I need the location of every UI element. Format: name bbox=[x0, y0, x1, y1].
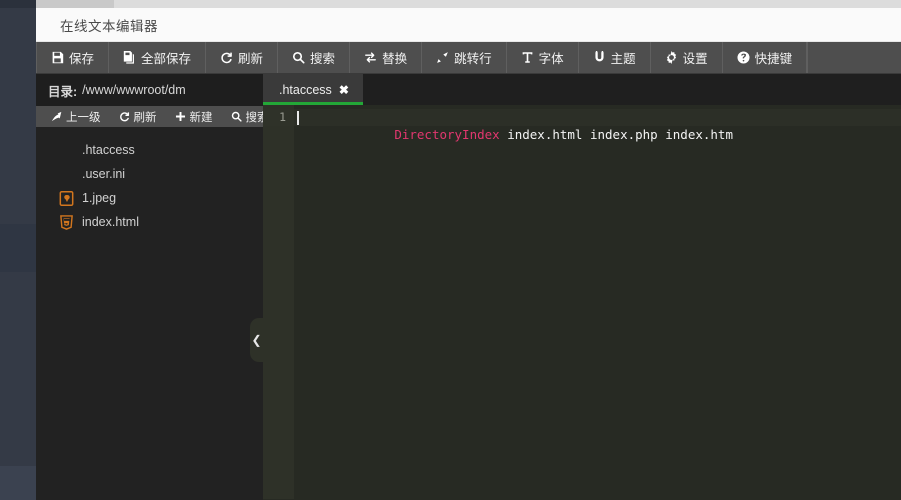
file-list: .htaccess .user.ini 1.jpeg index.html bbox=[36, 127, 263, 234]
toolbar-item-label: 搜索 bbox=[310, 52, 336, 66]
page-title: 在线文本编辑器 bbox=[60, 18, 158, 34]
main-toolbar: 保存 全部保存 刷新 搜索 替换 跳转行 字体 主题 设置 快捷键 bbox=[36, 42, 901, 74]
goto-line-icon bbox=[436, 51, 449, 64]
toolbar-shortcuts-button[interactable]: 快捷键 bbox=[723, 42, 808, 73]
toolbar-item-label: 保存 bbox=[69, 52, 95, 66]
toolbar-filler bbox=[807, 42, 901, 73]
text-caret bbox=[297, 111, 299, 125]
chevron-left-icon: ❮ bbox=[251, 333, 262, 347]
sidebar-new-button[interactable]: 新建 bbox=[166, 109, 222, 125]
tab-bar: .htaccess ✖ bbox=[263, 74, 901, 105]
sidebar-up-level-button[interactable]: 上一级 bbox=[42, 109, 110, 125]
refresh-icon bbox=[119, 111, 130, 122]
toolbar-search-button[interactable]: 搜索 bbox=[278, 42, 351, 73]
gear-icon bbox=[665, 51, 678, 64]
toolbar-save-button[interactable]: 保存 bbox=[36, 42, 110, 73]
toolbar-refresh-button[interactable]: 刷新 bbox=[206, 42, 279, 73]
close-icon[interactable]: ✖ bbox=[339, 84, 349, 96]
directory-bar: 目录: /www/wwwroot/dm bbox=[36, 74, 263, 106]
toolbar-font-button[interactable]: 字体 bbox=[507, 42, 579, 73]
backdrop-left-band-lower bbox=[0, 466, 36, 500]
backdrop-left-band-upper bbox=[0, 224, 36, 272]
directory-label: 目录: bbox=[48, 84, 78, 99]
code-lines[interactable]: DirectoryIndex index.html index.php inde… bbox=[294, 105, 901, 499]
tab-label: .htaccess bbox=[279, 82, 332, 97]
toolbar-item-label: 设置 bbox=[682, 52, 708, 66]
tab-htaccess[interactable]: .htaccess ✖ bbox=[263, 74, 363, 105]
file-name: 1.jpeg bbox=[82, 191, 117, 205]
sidebar-toolbar: 上一级 刷新 新建 搜索 bbox=[36, 106, 269, 127]
backdrop-left-panel bbox=[0, 0, 36, 500]
file-name: .htaccess bbox=[82, 143, 135, 157]
code-token-plain: index.html index.php index.htm bbox=[499, 127, 733, 142]
font-icon bbox=[521, 51, 534, 64]
backdrop-top-strip-dark bbox=[36, 0, 114, 8]
toolbar-item-label: 快捷键 bbox=[754, 52, 793, 66]
code-token-keyword: DirectoryIndex bbox=[394, 127, 500, 142]
search-icon bbox=[231, 111, 242, 122]
toolbar-item-label: 主题 bbox=[610, 52, 636, 66]
file-name: index.html bbox=[82, 215, 139, 229]
line-number-gutter: 1 bbox=[263, 105, 294, 499]
list-item[interactable]: index.html bbox=[36, 210, 263, 234]
toolbar-replace-button[interactable]: 替换 bbox=[350, 42, 423, 73]
editor-pane: .htaccess ✖ 1 DirectoryIndex index.html … bbox=[263, 74, 901, 500]
toolbar-item-label: 跳转行 bbox=[454, 52, 492, 66]
toolbar-item-label: 字体 bbox=[538, 52, 564, 66]
search-icon bbox=[292, 51, 305, 64]
backdrop-top-strip bbox=[36, 0, 901, 8]
editor-body: 目录: /www/wwwroot/dm 上一级 刷新 新建 搜索 .htacce… bbox=[36, 74, 901, 500]
up-level-icon bbox=[51, 111, 62, 122]
toolbar-settings-button[interactable]: 设置 bbox=[651, 42, 723, 73]
code-line[interactable]: DirectoryIndex index.html index.php inde… bbox=[294, 109, 901, 142]
modal-titlebar: 在线文本编辑器 bbox=[36, 8, 901, 42]
toolbar-item-label: 刷新 bbox=[238, 52, 264, 66]
list-item[interactable]: .user.ini bbox=[36, 162, 263, 186]
sidebar-tool-label: 新建 bbox=[189, 111, 213, 124]
list-item[interactable]: 1.jpeg bbox=[36, 186, 263, 210]
directory-path: /www/wwwroot/dm bbox=[82, 83, 186, 97]
sidebar-tool-label: 上一级 bbox=[66, 111, 101, 124]
code-area[interactable]: 1 DirectoryIndex index.html index.php in… bbox=[263, 105, 901, 499]
file-sidebar: 目录: /www/wwwroot/dm 上一级 刷新 新建 搜索 .htacce… bbox=[36, 74, 269, 500]
sidebar-refresh-button[interactable]: 刷新 bbox=[110, 109, 166, 125]
plus-icon bbox=[175, 111, 186, 122]
toolbar-item-label: 全部保存 bbox=[141, 52, 192, 66]
toolbar-save-all-button[interactable]: 全部保存 bbox=[109, 42, 207, 73]
replace-icon bbox=[364, 51, 377, 64]
theme-icon bbox=[593, 51, 606, 64]
sidebar-tool-label: 刷新 bbox=[133, 111, 157, 124]
refresh-icon bbox=[220, 51, 233, 64]
tab-bar-empty-area bbox=[363, 74, 901, 105]
help-icon bbox=[737, 51, 750, 64]
image-file-icon bbox=[58, 190, 74, 206]
save-icon bbox=[51, 51, 64, 64]
line-number: 1 bbox=[263, 109, 294, 126]
html5-icon bbox=[58, 214, 74, 230]
backdrop-left-top bbox=[0, 0, 36, 8]
editor-modal: 在线文本编辑器 保存 全部保存 刷新 搜索 替换 跳转行 字体 主题 设置 快捷… bbox=[36, 8, 901, 500]
save-all-icon bbox=[123, 51, 136, 64]
toolbar-item-label: 替换 bbox=[382, 52, 408, 66]
toolbar-goto-line-button[interactable]: 跳转行 bbox=[422, 42, 507, 73]
file-name: .user.ini bbox=[82, 167, 126, 181]
sidebar-collapse-handle[interactable]: ❮ bbox=[250, 318, 264, 362]
list-item[interactable]: .htaccess bbox=[36, 138, 263, 162]
toolbar-theme-button[interactable]: 主题 bbox=[579, 42, 651, 73]
